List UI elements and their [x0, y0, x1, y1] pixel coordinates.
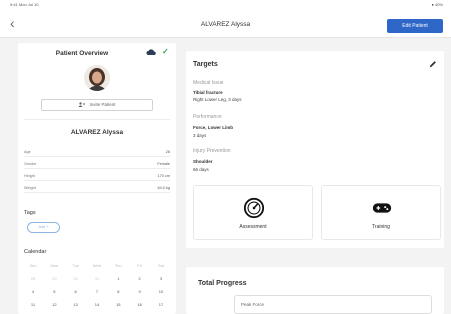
- training-tile[interactable]: Training: [321, 185, 441, 240]
- targets-card: Targets Medical Issue Tibial fracture Ri…: [186, 51, 444, 248]
- injury-prevention-value: Shoulder: [193, 159, 213, 164]
- calendar-week: 11 12 13 14 15 16 17: [26, 302, 168, 307]
- status-time: 9:41 Mon Jul 10: [10, 2, 39, 7]
- navigation-bar: ‹ ALVAREZ Alyssa Edit Patient: [0, 12, 451, 38]
- performance-label: Performance: [193, 114, 222, 120]
- calendar-day[interactable]: 5: [47, 289, 61, 294]
- injury-prevention-detail: 66 days: [193, 167, 209, 172]
- calendar-day[interactable]: 10: [154, 289, 168, 294]
- info-value: 170 cm: [157, 174, 170, 178]
- calendar-day[interactable]: 2: [133, 276, 147, 281]
- divider: [24, 119, 170, 120]
- patient-overview-panel: Patient Overview ✓ Invite Patient ALVARE…: [18, 43, 176, 314]
- medical-issue-detail: Right Lower Leg, 3 days: [193, 97, 242, 102]
- calendar-day[interactable]: 7: [90, 289, 104, 294]
- overview-title: Patient Overview: [55, 50, 109, 57]
- weekday: Tue: [72, 263, 80, 268]
- total-progress-card: Total Progress Peak Force: [186, 267, 444, 314]
- info-key: Weight: [24, 186, 36, 190]
- calendar-day[interactable]: 17: [154, 302, 168, 307]
- injury-prevention-label: Injury Prevention: [193, 148, 231, 154]
- weekday: Wed: [92, 263, 102, 268]
- calendar-day[interactable]: 28: [26, 276, 40, 281]
- targets-title: Targets: [193, 61, 218, 68]
- calendar-day[interactable]: 6: [69, 289, 83, 294]
- total-progress-title: Total Progress: [198, 280, 247, 287]
- checkmark-icon: ✓: [162, 47, 169, 56]
- calendar-day[interactable]: 15: [111, 302, 125, 307]
- metric-select[interactable]: Peak Force: [234, 295, 432, 314]
- calendar-label: Calendar: [24, 249, 47, 255]
- add-tag-button[interactable]: Add +: [27, 222, 60, 233]
- medical-issue-value: Tibial fracture: [193, 90, 223, 95]
- status-bar: 9:41 Mon Jul 10 ● 40%: [0, 0, 451, 12]
- pencil-icon[interactable]: [429, 60, 437, 68]
- weekday: Fri: [137, 263, 142, 268]
- medical-issue-label: Medical Issue: [193, 80, 224, 86]
- calendar-day[interactable]: 29: [47, 276, 61, 281]
- info-row-weight: Weight 64.0 kg: [24, 183, 170, 193]
- add-user-icon: [78, 102, 86, 108]
- calendar-week: 4 5 6 7 8 9 10: [26, 289, 168, 294]
- training-label: Training: [372, 224, 390, 230]
- info-row-height: Height 170 cm: [24, 171, 170, 181]
- calendar-day[interactable]: 4: [26, 289, 40, 294]
- calendar-day[interactable]: 11: [26, 302, 40, 307]
- calendar-day[interactable]: 9: [133, 289, 147, 294]
- calendar-weekdays: Sun Mon Tue Wed Thu Fri Sat: [26, 263, 168, 268]
- weekday: Sat: [157, 263, 164, 268]
- calendar-day[interactable]: 30: [69, 276, 83, 281]
- calendar-day[interactable]: 14: [90, 302, 104, 307]
- info-row-gender: Gender Female: [24, 159, 170, 169]
- assessment-tile[interactable]: Assessment: [193, 185, 313, 240]
- info-key: Gender: [24, 162, 37, 166]
- calendar-day[interactable]: 12: [47, 302, 61, 307]
- calendar-week: 28 29 30 31 1 2 3: [26, 276, 168, 281]
- status-battery: ● 40%: [431, 2, 443, 7]
- calendar-day[interactable]: 8: [111, 289, 125, 294]
- calendar-day[interactable]: 16: [133, 302, 147, 307]
- info-key: Height: [24, 174, 35, 178]
- calendar-day[interactable]: 13: [69, 302, 83, 307]
- calendar-day[interactable]: 3: [154, 276, 168, 281]
- info-value: Female: [157, 162, 170, 166]
- info-value: 26: [165, 150, 170, 154]
- invite-patient-button[interactable]: Invite Patient: [41, 99, 153, 111]
- speedometer-icon: [243, 197, 265, 219]
- edit-patient-button[interactable]: Edit Patient: [387, 19, 443, 33]
- info-value: 64.0 kg: [157, 186, 170, 190]
- patient-name: ALVAREZ Alyssa: [70, 129, 124, 136]
- info-row-age: Age 26: [24, 147, 170, 157]
- performance-value: Force, Lower Limb: [193, 125, 234, 130]
- tags-label: Tags: [24, 210, 36, 216]
- assessment-label: Assessment: [239, 224, 267, 230]
- weekday: Thu: [114, 263, 122, 268]
- invite-label: Invite Patient: [89, 102, 116, 107]
- calendar-day[interactable]: 31: [90, 276, 104, 281]
- performance-detail: 3 days: [193, 133, 207, 138]
- weekday: Mon: [50, 263, 59, 268]
- page-title: ALVAREZ Alyssa: [200, 21, 251, 28]
- metric-select-value: Peak Force: [241, 302, 265, 307]
- weekday: Sun: [29, 263, 37, 268]
- gamepad-icon: [372, 203, 392, 213]
- avatar: [84, 65, 110, 91]
- cloud-icon[interactable]: [146, 48, 156, 56]
- info-key: Age: [24, 150, 31, 154]
- calendar-day[interactable]: 1: [111, 276, 125, 281]
